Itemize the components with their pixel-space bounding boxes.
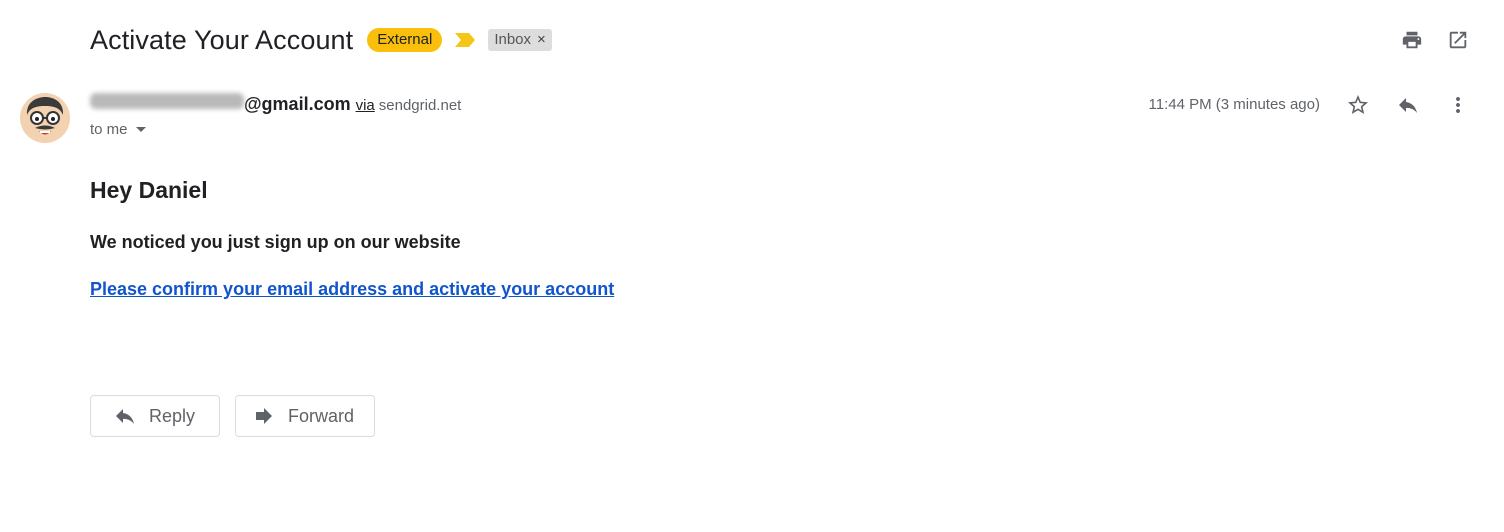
- forward-button[interactable]: Forward: [235, 395, 375, 437]
- label-chip-text: Inbox: [494, 31, 532, 48]
- chevron-down-icon[interactable]: [135, 127, 146, 132]
- confirm-email-link[interactable]: Please confirm your email address and ac…: [90, 279, 614, 300]
- recipient-details-toggle[interactable]: to me: [90, 121, 146, 138]
- sender-avatar[interactable]: [20, 93, 70, 143]
- sender-email[interactable]: @gmail.com: [244, 94, 351, 115]
- reply-button[interactable]: Reply: [90, 395, 220, 437]
- email-subject: Activate Your Account: [90, 24, 354, 55]
- email-timestamp: 11:44 PM (3 minutes ago): [1148, 96, 1320, 113]
- reply-icon: [113, 404, 137, 428]
- email-greeting: Hey Daniel: [90, 177, 208, 203]
- importance-marker-icon[interactable]: [454, 32, 476, 48]
- top-actions: [1400, 28, 1470, 52]
- open-in-new-window-icon[interactable]: [1446, 28, 1470, 52]
- label-chip-inbox: Inbox ×: [488, 29, 552, 51]
- sender-line: @gmail.com via sendgrid.net: [90, 93, 462, 115]
- sender-actions: [1346, 93, 1470, 117]
- redacted-sender-name: [90, 93, 244, 109]
- forward-arrow-icon: [252, 404, 276, 428]
- external-badge: External: [367, 28, 443, 52]
- more-vert-icon[interactable]: [1446, 93, 1470, 117]
- recipient-label: to me: [90, 121, 128, 138]
- via-link[interactable]: via: [356, 97, 375, 114]
- print-icon[interactable]: [1400, 28, 1424, 52]
- reply-button-label: Reply: [149, 405, 196, 426]
- star-icon[interactable]: [1346, 93, 1370, 117]
- via-domain: sendgrid.net: [378, 97, 462, 114]
- forward-button-label: Forward: [288, 405, 355, 426]
- email-view: Activate Your Account External Inbox × @…: [0, 0, 1504, 532]
- remove-label-icon[interactable]: ×: [537, 30, 546, 50]
- reply-icon[interactable]: [1396, 93, 1420, 117]
- email-body-text: We noticed you just sign up on our websi…: [90, 232, 461, 252]
- subject-row: Activate Your Account External Inbox ×: [90, 22, 552, 58]
